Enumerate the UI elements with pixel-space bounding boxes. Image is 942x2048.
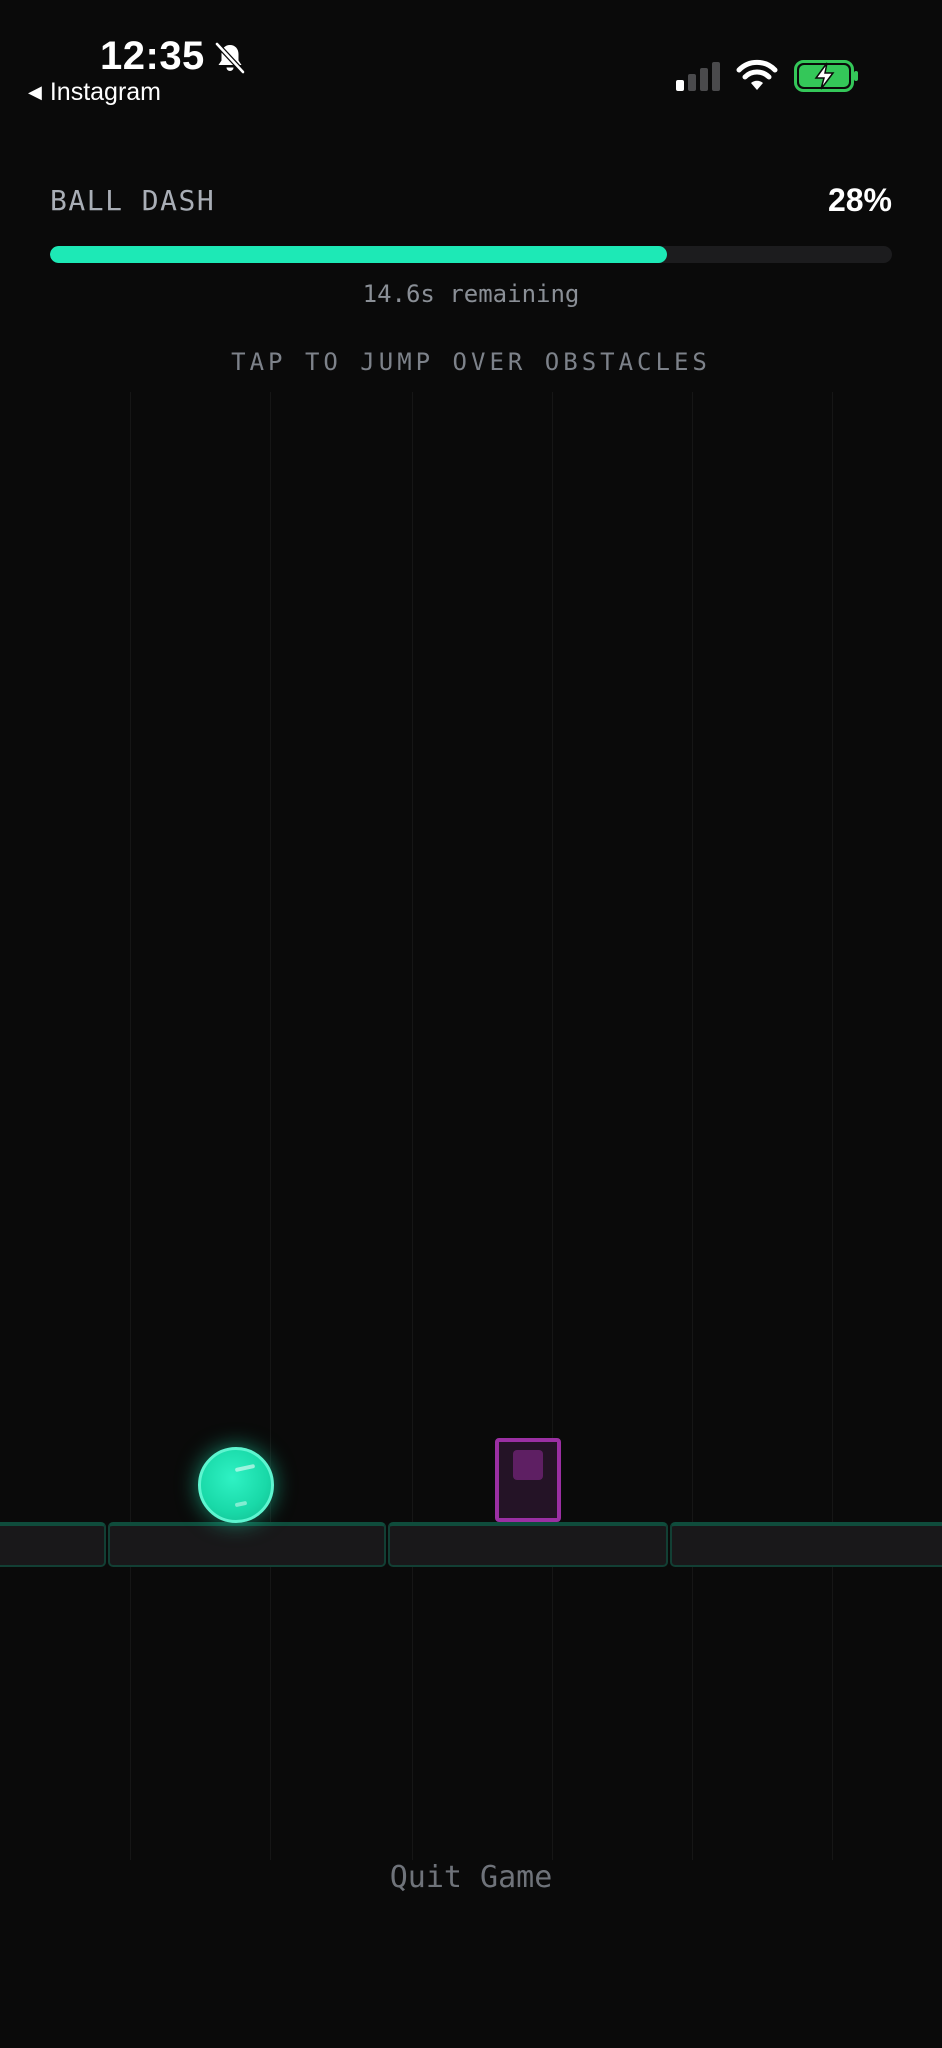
obstacle-block <box>495 1438 561 1522</box>
game-canvas[interactable] <box>0 392 942 1860</box>
grid-line <box>412 392 413 1860</box>
battery-charging-icon <box>794 60 858 92</box>
ground-tile <box>0 1522 106 1567</box>
bell-off-icon <box>215 42 245 74</box>
status-bar: 12:35 ◀ Instagram <box>0 0 942 120</box>
progress-bar-fill <box>50 246 668 263</box>
grid-line <box>130 392 131 1860</box>
grid-line <box>270 392 271 1860</box>
progress-bar <box>50 246 892 263</box>
ground-tile <box>670 1522 942 1567</box>
game-title: BALL DASH <box>50 184 216 217</box>
ground-tile <box>108 1522 386 1567</box>
grid-line <box>692 392 693 1860</box>
wifi-icon <box>736 59 778 90</box>
status-time: 12:35 <box>100 34 205 78</box>
ground-tile <box>388 1522 668 1567</box>
back-link-label: Instagram <box>49 78 162 106</box>
quit-game-button[interactable]: Quit Game <box>0 1860 942 1895</box>
back-arrow-icon: ◀ <box>28 82 42 102</box>
cellular-signal-icon <box>676 62 720 91</box>
instruction-text: TAP TO JUMP OVER OBSTACLES <box>231 348 711 376</box>
back-to-instagram-link[interactable]: ◀ Instagram <box>28 78 161 107</box>
player-ball <box>198 1447 274 1523</box>
grid-line <box>832 392 833 1860</box>
time-remaining: 14.6s remaining <box>362 280 580 308</box>
grid-line <box>552 392 553 1860</box>
progress-percent: 28% <box>827 182 892 218</box>
